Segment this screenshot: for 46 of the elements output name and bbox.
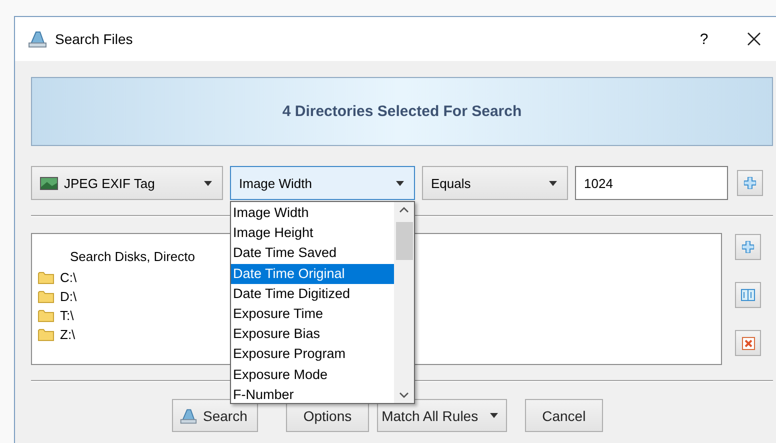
window-title: Search Files: [55, 31, 134, 47]
operator-dropdown[interactable]: Equals: [422, 166, 568, 200]
caret-icon: [204, 180, 212, 186]
columns-button[interactable]: [735, 282, 761, 308]
columns-icon: [741, 289, 755, 301]
picture-icon: [40, 176, 58, 190]
field-dropdown[interactable]: Image Width: [230, 166, 415, 200]
location-item[interactable]: Z:\: [60, 327, 76, 342]
location-item[interactable]: C:\: [60, 270, 77, 285]
scroll-thumb[interactable]: [396, 222, 412, 260]
delete-icon: [742, 336, 754, 350]
add-rule-button[interactable]: [737, 170, 763, 196]
banner-heading: 4 Directories Selected For Search: [31, 77, 773, 146]
folder-icon: [38, 328, 54, 341]
dropdown-option[interactable]: Image Height: [231, 223, 394, 244]
dropdown-option[interactable]: Exposure Mode: [231, 364, 394, 385]
caret-icon: [490, 413, 498, 418]
list-header: Search Disks, Directo: [70, 249, 195, 264]
location-item[interactable]: T:\: [60, 308, 74, 323]
add-location-button[interactable]: [735, 234, 761, 260]
dropdown-option[interactable]: Exposure Bias: [231, 324, 394, 344]
dropdown-option[interactable]: Exposure Program: [231, 344, 394, 364]
dropdown-option[interactable]: Date Time Digitized: [231, 284, 394, 304]
remove-button[interactable]: [735, 330, 761, 356]
value-field[interactable]: 1024: [575, 166, 728, 200]
dialog-button[interactable]: Cancel: [525, 399, 603, 432]
folder-icon: [38, 309, 54, 322]
scrollbar[interactable]: [394, 202, 414, 403]
dropdown-option[interactable]: Date Time Saved: [231, 243, 394, 264]
app-icon: [27, 29, 47, 49]
dropdown-option[interactable]: Exposure Time: [231, 304, 394, 324]
close-icon[interactable]: [747, 32, 761, 46]
app-icon: [179, 406, 197, 424]
dropdown-option[interactable]: Image Width: [231, 203, 394, 224]
match-mode-dropdown[interactable]: Match All Rules: [376, 399, 508, 432]
location-item[interactable]: D:\: [60, 289, 77, 304]
caret-icon: [549, 180, 557, 186]
search-button[interactable]: Search: [172, 399, 258, 432]
dropdown-option[interactable]: Date Time Original: [231, 264, 394, 284]
field-type-dropdown[interactable]: JPEG EXIF Tag: [31, 166, 223, 200]
caret-icon: [396, 180, 404, 186]
plus-icon: [744, 177, 756, 189]
plus-icon: [742, 241, 754, 253]
help-button[interactable]: ?: [684, 30, 724, 48]
folder-icon: [38, 271, 54, 284]
folder-icon: [38, 290, 54, 303]
